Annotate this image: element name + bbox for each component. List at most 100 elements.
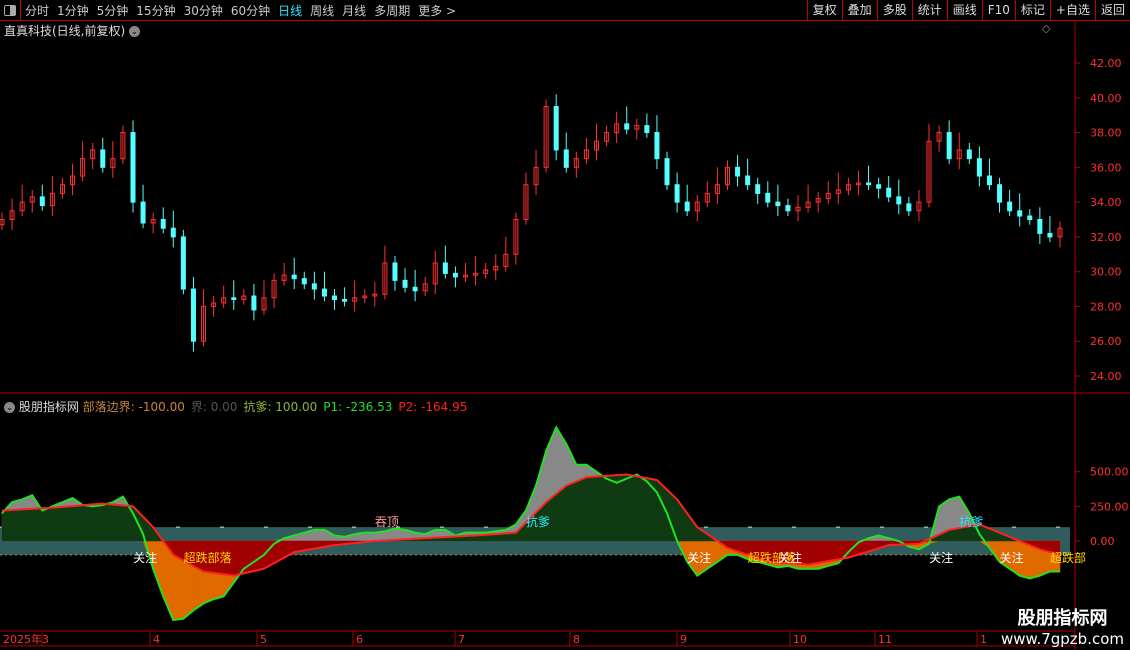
p2-positive-fill: [102, 503, 114, 542]
price-tick-label: 24.00: [1090, 370, 1122, 383]
candle-body: [130, 132, 136, 203]
candle-body: [402, 279, 408, 288]
watermark-logo: 股朋指标网 www.7gpzb.com: [1001, 608, 1124, 648]
p2-positive-fill: [31, 508, 43, 542]
candle-body: [664, 158, 670, 186]
candle-body: [231, 297, 237, 300]
month-label: 2025年3: [3, 632, 49, 646]
price-tick-label: 38.00: [1090, 127, 1122, 140]
signal-label: 吞顶: [375, 515, 399, 529]
month-label: 8: [573, 633, 580, 646]
candle-body: [684, 201, 690, 212]
price-tick-label: 30.00: [1090, 266, 1122, 279]
p1-positive-fill: [314, 529, 325, 542]
p2-positive-fill: [636, 476, 648, 542]
month-label: 10: [793, 633, 807, 646]
candle-body: [342, 298, 348, 302]
p2-positive-fill: [72, 504, 83, 542]
signal-label: 超跌部落: [183, 550, 231, 565]
p2-positive-fill: [586, 476, 597, 542]
candle-body: [1047, 232, 1053, 238]
candle-body: [976, 158, 982, 177]
signal-label: 抗爹: [526, 514, 550, 529]
candle-body: [1007, 201, 1013, 212]
month-label: 5: [260, 633, 267, 646]
p2-positive-fill: [686, 512, 698, 542]
signal-label: 抗爹: [959, 514, 983, 529]
candle-body: [332, 295, 338, 300]
candle-body: [997, 184, 1003, 203]
p2-positive-fill: [566, 481, 577, 542]
candle-body: [775, 201, 781, 207]
price-tick-label: 34.00: [1090, 196, 1122, 209]
p2-positive-fill: [626, 474, 638, 542]
p2-positive-fill: [21, 508, 33, 542]
candle-body: [624, 123, 630, 130]
p1-negative-fill: [152, 540, 164, 597]
candle-body: [785, 205, 791, 212]
candle-body: [1037, 219, 1043, 234]
p2-positive-fill: [11, 509, 23, 542]
candle-body: [170, 227, 176, 238]
price-tick-label: 40.00: [1090, 92, 1122, 105]
p2-positive-fill: [576, 476, 587, 542]
p2-negative-fill: [807, 540, 819, 565]
p2-positive-fill: [606, 474, 617, 542]
candle-body: [1027, 215, 1033, 220]
month-label: 7: [458, 633, 465, 646]
candle-body: [301, 278, 307, 285]
signal-label: 关注: [1000, 550, 1024, 565]
p1-positive-fill: [364, 532, 376, 542]
p2-positive-fill: [112, 504, 124, 542]
price-tick-label: 36.00: [1090, 161, 1122, 174]
candle-body: [906, 203, 912, 212]
candle-body: [1017, 210, 1023, 217]
p2-positive-fill: [82, 504, 93, 542]
p2-positive-fill: [1, 509, 13, 542]
candle-body: [160, 219, 166, 229]
p2-negative-fill: [817, 540, 829, 564]
candle-body: [412, 286, 418, 292]
candle-body: [39, 196, 45, 207]
candle-body: [765, 192, 771, 203]
candle-body: [654, 132, 660, 160]
p2-positive-fill: [42, 507, 53, 542]
candle-body: [866, 182, 872, 186]
indicator-tick-label: 0.00: [1090, 535, 1115, 548]
p2-positive-fill: [62, 505, 73, 542]
p2-negative-fill: [827, 540, 839, 562]
candle-body: [986, 175, 992, 186]
candle-body: [876, 184, 882, 189]
signal-label: 关注: [929, 550, 953, 565]
indicator-tick-label: 500.00: [1090, 466, 1129, 479]
candle-body: [251, 295, 257, 311]
candle-body: [644, 125, 650, 134]
candle-body: [946, 132, 952, 160]
price-tick-label: 26.00: [1090, 335, 1122, 348]
candle-body: [442, 262, 448, 274]
p2-positive-fill: [52, 506, 63, 542]
candle-body: [745, 175, 751, 186]
p2-positive-fill: [92, 503, 104, 542]
month-label: 9: [680, 633, 687, 646]
candle-body: [755, 184, 761, 194]
candle-body: [321, 288, 327, 297]
signal-label: 关注: [778, 550, 802, 565]
chart-canvas: 42.00 40.00 38.00 36.00 34.00 32.00 30.00 28.00…: [0, 20, 1130, 650]
signal-label: 超跌部: [1050, 550, 1086, 565]
month-label: 11: [878, 633, 892, 646]
candle-body: [392, 262, 398, 281]
price-tick-label: 42.00: [1090, 57, 1122, 70]
candle-body: [190, 288, 196, 342]
price-tick-label: 28.00: [1090, 300, 1122, 313]
candle-body: [452, 272, 458, 278]
signal-label: 关注: [133, 550, 157, 565]
candle-body: [291, 274, 297, 280]
p2-positive-fill: [616, 474, 627, 542]
candle-body: [553, 105, 559, 151]
candle-body: [674, 184, 680, 203]
candle-body: [896, 196, 902, 205]
month-label: 1: [980, 633, 987, 646]
candle-body: [735, 166, 741, 177]
price-tick-label: 32.00: [1090, 231, 1122, 244]
